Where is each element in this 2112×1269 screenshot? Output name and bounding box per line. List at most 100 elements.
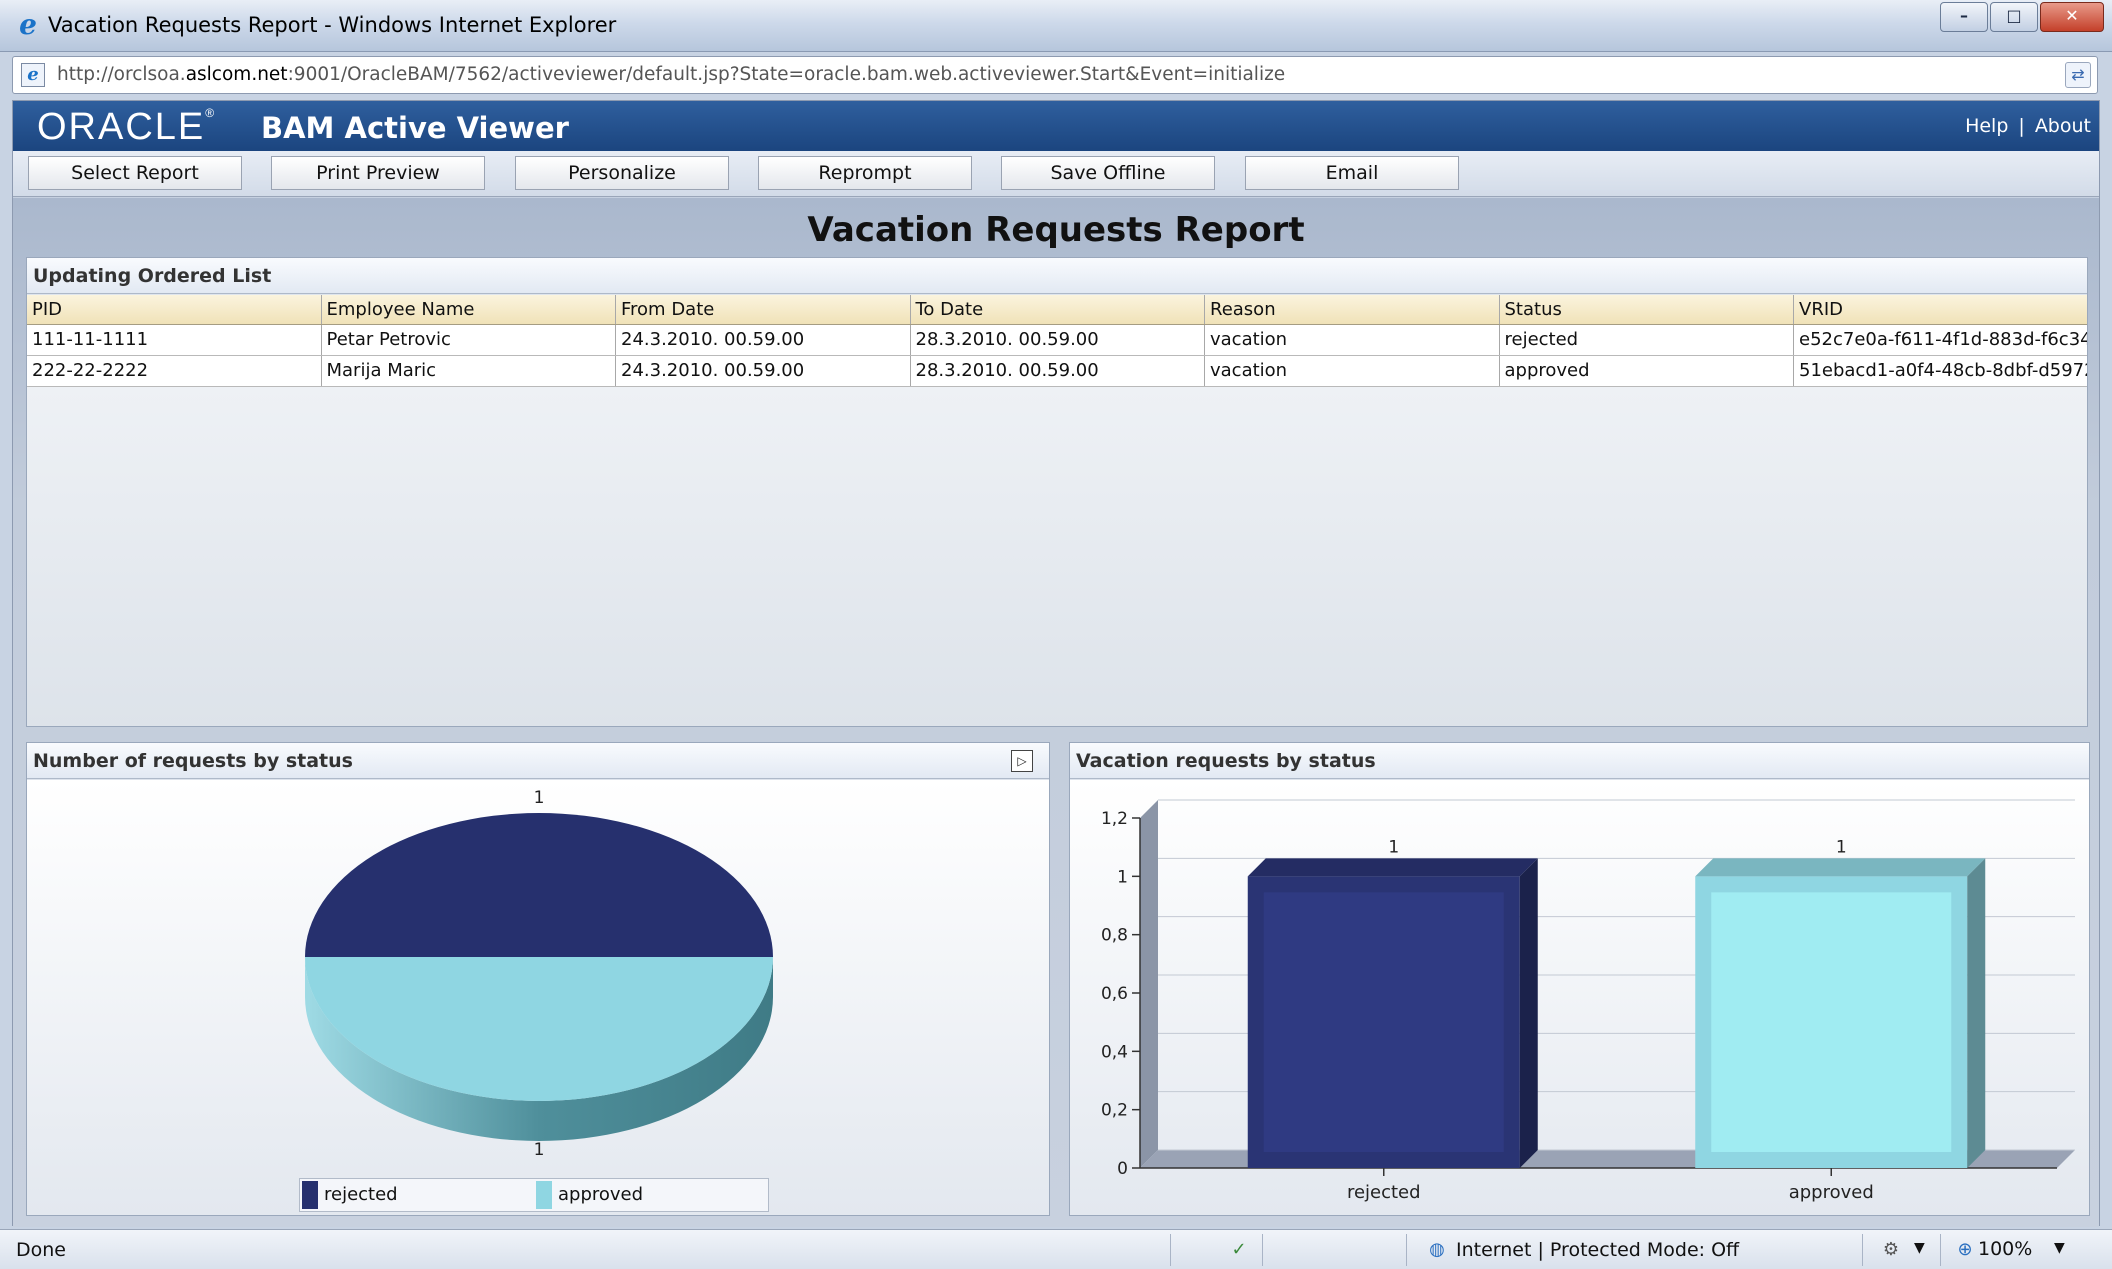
internet-explorer-icon: e — [19, 8, 37, 41]
pie-value-label: 1 — [534, 788, 545, 808]
table-cell: vacation — [1205, 325, 1500, 355]
table-cell: rejected — [1500, 325, 1794, 355]
pie-value-label: 1 — [534, 1140, 545, 1160]
zoom-icon[interactable]: ⊕ — [1952, 1237, 1978, 1263]
bar-value-label: 1 — [1836, 837, 1847, 857]
table-cell: Marija Maric — [322, 356, 616, 386]
legend-swatch — [536, 1181, 552, 1209]
grid-empty-area — [27, 387, 2087, 726]
expand-chart-icon[interactable]: ▷ — [1011, 750, 1033, 772]
compatibility-view-icon[interactable]: ⇄ — [2065, 62, 2091, 88]
table-cell: 111-11-1111 — [27, 325, 322, 355]
bar-side-rejected — [1519, 858, 1538, 1168]
panel-title: Number of requests by status ▷ — [27, 743, 1049, 779]
maximize-button[interactable]: □ — [1990, 2, 2038, 32]
ordered-list-grid: PID Employee Name From Date To Date Reas… — [27, 295, 2087, 726]
y-tick-label: 0,6 — [1101, 984, 1128, 1004]
bar-value-label: 1 — [1388, 837, 1399, 857]
print-preview-button[interactable]: Print Preview — [271, 156, 485, 190]
security-settings-icon[interactable]: ⚙ — [1878, 1237, 1904, 1263]
table-row[interactable]: 111-11-1111 Petar Petrovic 24.3.2010. 00… — [27, 325, 2087, 356]
pie-legend: rejected approved — [299, 1178, 769, 1212]
status-bar: Done ✓ ◍ Internet | Protected Mode: Off … — [0, 1229, 2112, 1269]
column-header-employee-name[interactable]: Employee Name — [322, 295, 616, 324]
bar-side-approved — [1967, 858, 1986, 1168]
table-cell: 51ebacd1-a0f4-48cb-8dbf-d5972cc4 — [1799, 360, 2087, 381]
pie-slice-rejected — [305, 813, 773, 957]
y-tick-label: 0,8 — [1101, 926, 1128, 946]
y-tick-label: 1,2 — [1101, 809, 1128, 829]
url-text[interactable]: http://orclsoa.aslcom.net:9001/OracleBAM… — [57, 64, 1285, 85]
y-tick-label: 0,4 — [1101, 1042, 1128, 1062]
pie-chart: 11 — [305, 788, 773, 1160]
table-cell: 222-22-2222 — [27, 356, 322, 386]
about-link[interactable]: About — [2035, 115, 2091, 137]
bar-top-rejected — [1247, 858, 1538, 877]
bar-chart: 0 0,2 0,4 0,6 0,8 1 1,2 1 rejected 1 approved — [1101, 799, 2075, 1203]
panel-title: Vacation requests by status — [1070, 743, 2089, 779]
pie-chart-area: 11 rejected approved — [27, 780, 1049, 1215]
ordered-list-panel: Updating Ordered List PID Employee Name … — [26, 257, 2088, 727]
close-button[interactable]: ✕ — [2040, 2, 2104, 32]
globe-icon: ◍ — [1429, 1239, 1445, 1260]
legend-label: approved — [558, 1184, 644, 1205]
column-header-from-date[interactable]: From Date — [616, 295, 911, 324]
personalize-button[interactable]: Personalize — [515, 156, 729, 190]
report-title: Vacation Requests Report — [807, 210, 1305, 250]
table-cell: 28.3.2010. 00.59.00 — [911, 325, 1205, 355]
chevron-down-icon[interactable]: ▼ — [1914, 1240, 1925, 1256]
panel-title: Updating Ordered List — [27, 258, 2087, 294]
y-tick-label: 0 — [1117, 1159, 1128, 1179]
legend-swatch — [302, 1181, 318, 1209]
table-cell: Petar Petrovic — [322, 325, 616, 355]
column-header-reason[interactable]: Reason — [1205, 295, 1500, 324]
security-zone-text[interactable]: Internet | Protected Mode: Off — [1456, 1239, 1739, 1261]
app-header: ORACLE® BAM Active Viewer Help | About — [13, 101, 2099, 151]
chevron-down-icon[interactable]: ▼ — [2054, 1240, 2065, 1256]
column-header-status[interactable]: Status — [1500, 295, 1794, 324]
y-tick-label: 1 — [1117, 867, 1128, 887]
pie-chart-title: Number of requests by status — [33, 750, 353, 772]
header-links: Help | About — [1965, 115, 2091, 137]
bar-chart-area: 0 0,2 0,4 0,6 0,8 1 1,2 1 rejected 1 approved — [1070, 780, 2089, 1215]
page-icon: e — [21, 63, 45, 87]
column-header-vrid[interactable]: VRID — [1794, 295, 2087, 324]
table-cell: approved — [1500, 356, 1794, 386]
x-tick-label: rejected — [1347, 1182, 1421, 1203]
popup-blocker-icon[interactable]: ✓ — [1226, 1237, 1252, 1263]
window-controls: – □ ✕ — [1938, 2, 2104, 32]
status-text: Done — [16, 1239, 66, 1261]
y-tick-label: 0,2 — [1101, 1101, 1128, 1121]
table-cell: 24.3.2010. 00.59.00 — [616, 325, 911, 355]
table-cell: e52c7e0a-f611-4f1d-883d-f6c34380 — [1799, 329, 2087, 350]
product-name: BAM Active Viewer — [261, 111, 569, 145]
address-bar[interactable]: e http://orclsoa.aslcom.net:9001/OracleB… — [12, 56, 2098, 94]
bar-face-approved — [1711, 892, 1952, 1152]
grid-header-row: PID Employee Name From Date To Date Reas… — [27, 295, 2087, 325]
table-row[interactable]: 222-22-2222 Marija Maric 24.3.2010. 00.5… — [27, 356, 2087, 387]
table-cell: 28.3.2010. 00.59.00 — [911, 356, 1205, 386]
bar-face-rejected — [1263, 892, 1504, 1152]
report-toolbar: Select Report Print Preview Personalize … — [13, 151, 2099, 197]
help-link[interactable]: Help — [1965, 115, 2008, 137]
zoom-level[interactable]: 100% — [1978, 1238, 2032, 1260]
minimize-button[interactable]: – — [1940, 2, 1988, 32]
x-tick-label: approved — [1789, 1182, 1874, 1203]
bar-chart-panel: Vacation requests by status 0 0,2 0,4 0,6 0,… — [1069, 742, 2090, 1216]
bar-chart-title: Vacation requests by status — [1076, 750, 1376, 772]
column-header-to-date[interactable]: To Date — [911, 295, 1205, 324]
email-button[interactable]: Email — [1245, 156, 1459, 190]
oracle-logo: ORACLE® — [37, 106, 217, 148]
legend-label: rejected — [324, 1184, 398, 1205]
select-report-button[interactable]: Select Report — [28, 156, 242, 190]
save-offline-button[interactable]: Save Offline — [1001, 156, 1215, 190]
column-header-pid[interactable]: PID — [27, 295, 322, 324]
table-cell: vacation — [1205, 356, 1500, 386]
bar-top-approved — [1695, 858, 1986, 877]
window-title: Vacation Requests Report - Windows Inter… — [48, 13, 617, 37]
pie-chart-panel: Number of requests by status ▷ 11 reject… — [26, 742, 1050, 1216]
reprompt-button[interactable]: Reprompt — [758, 156, 972, 190]
table-cell: 24.3.2010. 00.59.00 — [616, 356, 911, 386]
window-titlebar: e Vacation Requests Report - Windows Int… — [0, 0, 2112, 52]
chart-side-wall — [1140, 800, 1158, 1168]
